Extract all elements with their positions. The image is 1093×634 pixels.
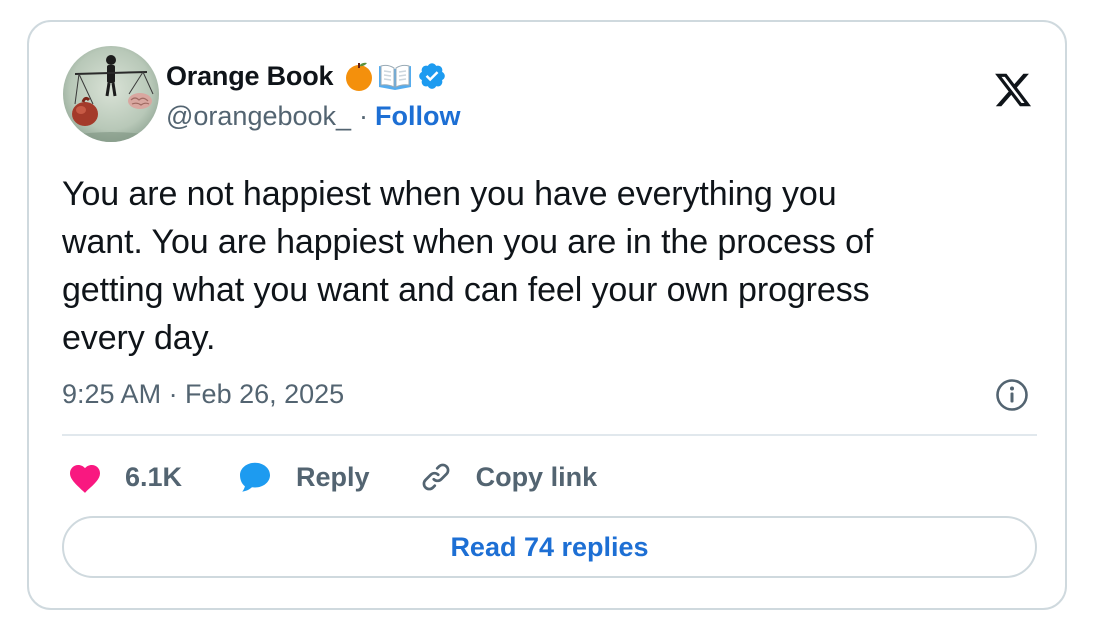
reply-label: Reply: [296, 461, 370, 492]
copy-link-label: Copy link: [475, 461, 598, 492]
read-replies-button[interactable]: Read 74 replies: [62, 516, 1037, 578]
author-name-row: Orange Book: [166, 56, 447, 96]
avatar-image: [63, 46, 159, 142]
verified-badge-icon[interactable]: [417, 61, 447, 91]
open-book-icon: [377, 60, 413, 92]
heart-icon: [70, 465, 100, 493]
tweet-card: Orange Book @orangebook_ · Follow You ar…: [27, 20, 1067, 610]
follow-button[interactable]: Follow: [375, 101, 460, 132]
author-handle[interactable]: @orangebook_: [166, 101, 351, 132]
speech-bubble-icon: [240, 462, 271, 492]
like-count: 6.1K: [125, 461, 183, 492]
info-icon[interactable]: [995, 378, 1029, 412]
avatar[interactable]: [63, 46, 159, 142]
copy-link-button[interactable]: Copy link: [418, 459, 598, 495]
tweet-timestamp[interactable]: 9:25 AM · Feb 26, 2025: [62, 377, 344, 411]
author-handle-row: @orangebook_ · Follow: [166, 99, 461, 133]
reply-button[interactable]: Reply: [236, 459, 370, 495]
orange-icon: [343, 60, 375, 92]
divider: [62, 434, 1037, 436]
tweet-text: You are not happiest when you have every…: [62, 175, 874, 357]
like-button[interactable]: 6.1K: [67, 460, 182, 494]
author-display-name[interactable]: Orange Book: [166, 61, 334, 92]
separator-dot: ·: [359, 100, 369, 131]
x-logo-icon[interactable]: [992, 70, 1034, 110]
action-bar: 6.1K Reply Copy link: [67, 456, 597, 498]
link-icon: [422, 463, 449, 491]
